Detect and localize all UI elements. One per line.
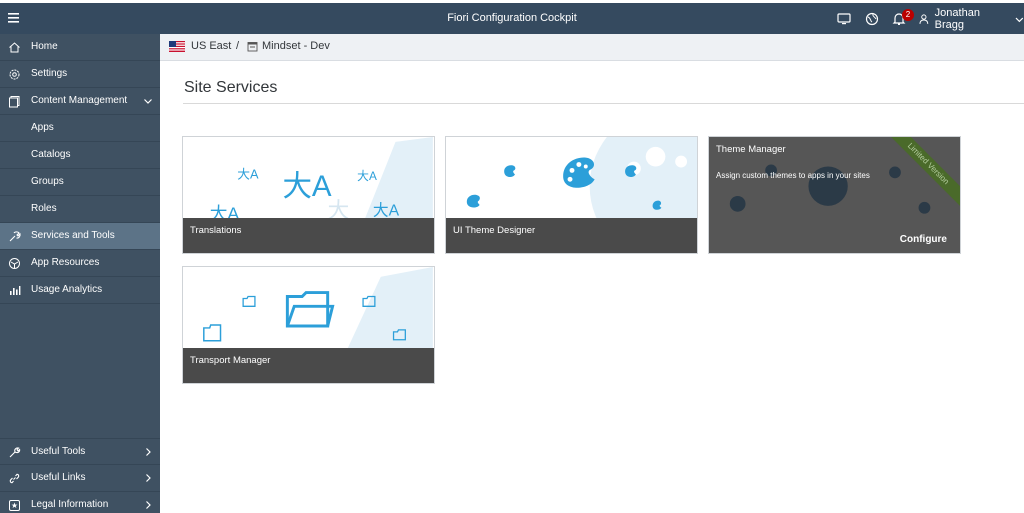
- breadcrumb-region[interactable]: US East: [191, 40, 231, 52]
- sidebar-item-label: Groups: [31, 176, 64, 187]
- content-icon: [9, 96, 20, 108]
- sidebar-item-settings[interactable]: Settings: [0, 61, 160, 88]
- sidebar-item-label: Catalogs: [31, 149, 71, 160]
- sidebar-item-label: Usage Analytics: [31, 284, 103, 295]
- title-divider: [183, 103, 1024, 104]
- monitor-icon[interactable]: [836, 11, 852, 27]
- configure-button[interactable]: Configure: [900, 234, 947, 245]
- sidebar-item-services-and-tools[interactable]: Services and Tools: [0, 223, 160, 250]
- side-navigation: Home Settings Content Management Apps Ca…: [0, 34, 160, 513]
- analytics-icon: [10, 286, 21, 295]
- sidebar-item-label: Useful Links: [31, 472, 86, 483]
- sidebar-item-label: Roles: [31, 203, 57, 214]
- tile-footer: [183, 348, 434, 383]
- us-flag-icon: [169, 41, 185, 52]
- sidebar-item-label: Settings: [31, 68, 68, 79]
- sidebar-item-label: Content Management: [31, 95, 128, 106]
- svg-text:大A: 大A: [237, 166, 259, 181]
- page-title: Site Services: [184, 79, 278, 96]
- link-icon: [9, 473, 20, 484]
- sidebar-item-label: Legal Information: [31, 499, 109, 510]
- breadcrumb-site[interactable]: Mindset - Dev: [262, 40, 330, 52]
- tile-title: UI Theme Designer: [453, 225, 536, 236]
- wrench-icon: [9, 447, 21, 458]
- tile-transport-manager[interactable]: Transport Manager: [182, 266, 435, 384]
- sidebar-item-roles[interactable]: Roles: [0, 196, 160, 223]
- tile-translations[interactable]: 大A 大A 大A 大A 大A 大 Translations: [182, 136, 435, 254]
- svg-text:大A: 大A: [373, 202, 400, 220]
- chevron-down-icon: [144, 99, 152, 104]
- sidebar-item-apps[interactable]: Apps: [0, 115, 160, 142]
- chevron-down-icon: [1015, 17, 1024, 22]
- chevron-right-icon: [146, 474, 151, 482]
- tools-icon: [9, 231, 21, 242]
- sidebar-item-label: Useful Tools: [31, 446, 86, 457]
- globe-icon[interactable]: [864, 11, 880, 27]
- site-icon: [247, 42, 258, 52]
- tile-title: Transport Manager: [190, 355, 271, 366]
- shell-bar: Fiori Configuration Cockpit 2 Jonathan B…: [0, 3, 1024, 34]
- sidebar-item-useful-links[interactable]: Useful Links: [0, 465, 160, 492]
- sidebar-item-label: Services and Tools: [31, 230, 115, 241]
- sidebar-item-legal-information[interactable]: Legal Information: [0, 492, 160, 513]
- sidebar-item-app-resources[interactable]: App Resources: [0, 250, 160, 277]
- breadcrumb: US East / Mindset - Dev: [160, 34, 1024, 61]
- tile-ui-theme-designer[interactable]: UI Theme Designer: [445, 136, 698, 254]
- breadcrumb-separator: /: [236, 40, 240, 52]
- sidebar-item-label: Apps: [31, 122, 54, 133]
- chevron-right-icon: [146, 501, 151, 509]
- sidebar-item-label: App Resources: [31, 257, 100, 268]
- user-menu[interactable]: Jonathan Bragg: [919, 7, 1024, 31]
- sidebar-item-label: Home: [31, 41, 58, 52]
- sidebar-item-home[interactable]: Home: [0, 34, 160, 61]
- sidebar-item-content-management[interactable]: Content Management: [0, 88, 160, 115]
- svg-text:大A: 大A: [357, 169, 377, 183]
- tile-description: Assign custom themes to apps in your sit…: [716, 171, 870, 180]
- user-name: Jonathan Bragg: [934, 7, 980, 31]
- sidebar-item-usage-analytics[interactable]: Usage Analytics: [0, 277, 160, 304]
- gear-icon: [9, 69, 20, 80]
- sidebar-item-groups[interactable]: Groups: [0, 169, 160, 196]
- chevron-right-icon: [146, 448, 151, 456]
- tile-title: Theme Manager: [716, 144, 786, 155]
- tile-footer: [446, 218, 697, 253]
- tile-theme-manager[interactable]: Limited Version Theme Manager Assign cus…: [708, 136, 961, 254]
- home-icon: [9, 42, 20, 53]
- user-icon: [919, 14, 929, 24]
- resources-icon: [9, 258, 20, 269]
- tile-footer: [183, 218, 434, 253]
- notification-badge: 2: [902, 9, 914, 21]
- svg-text:大A: 大A: [282, 170, 331, 203]
- legal-icon: [9, 500, 20, 511]
- sidebar-item-catalogs[interactable]: Catalogs: [0, 142, 160, 169]
- sidebar-item-useful-tools[interactable]: Useful Tools: [0, 438, 160, 465]
- tile-title: Translations: [190, 225, 242, 236]
